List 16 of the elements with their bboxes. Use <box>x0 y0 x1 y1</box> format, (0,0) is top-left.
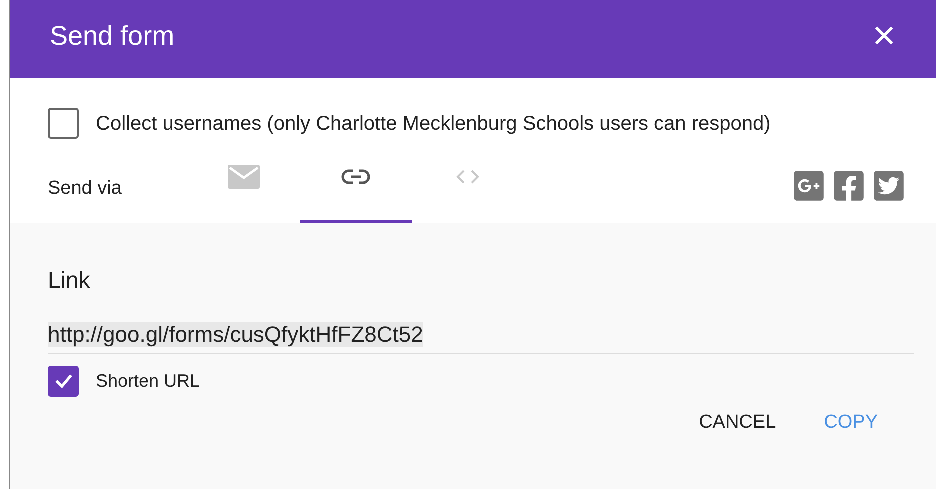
link-icon <box>341 168 371 184</box>
checkbox-label: Collect usernames (only Charlotte Mecklenburg Schools users can respond) <box>96 112 771 136</box>
link-field[interactable]: http://goo.gl/forms/cusQfyktHfFZ8Ct52 <box>48 318 914 354</box>
cancel-button[interactable]: CANCEL <box>685 400 790 445</box>
checkbox[interactable] <box>48 108 79 139</box>
link-heading: Link <box>48 266 92 295</box>
send-via-label: Send via <box>48 176 123 200</box>
checkbox-label: Shorten URL <box>96 370 200 392</box>
dialog-title: Send form <box>50 20 175 53</box>
google-plus-icon[interactable] <box>792 169 826 203</box>
checkbox[interactable] <box>48 366 79 396</box>
close-button[interactable]: × <box>872 16 896 56</box>
envelope-icon <box>228 164 260 188</box>
facebook-icon[interactable] <box>832 169 866 203</box>
twitter-icon[interactable] <box>872 169 906 203</box>
code-icon <box>456 168 480 184</box>
